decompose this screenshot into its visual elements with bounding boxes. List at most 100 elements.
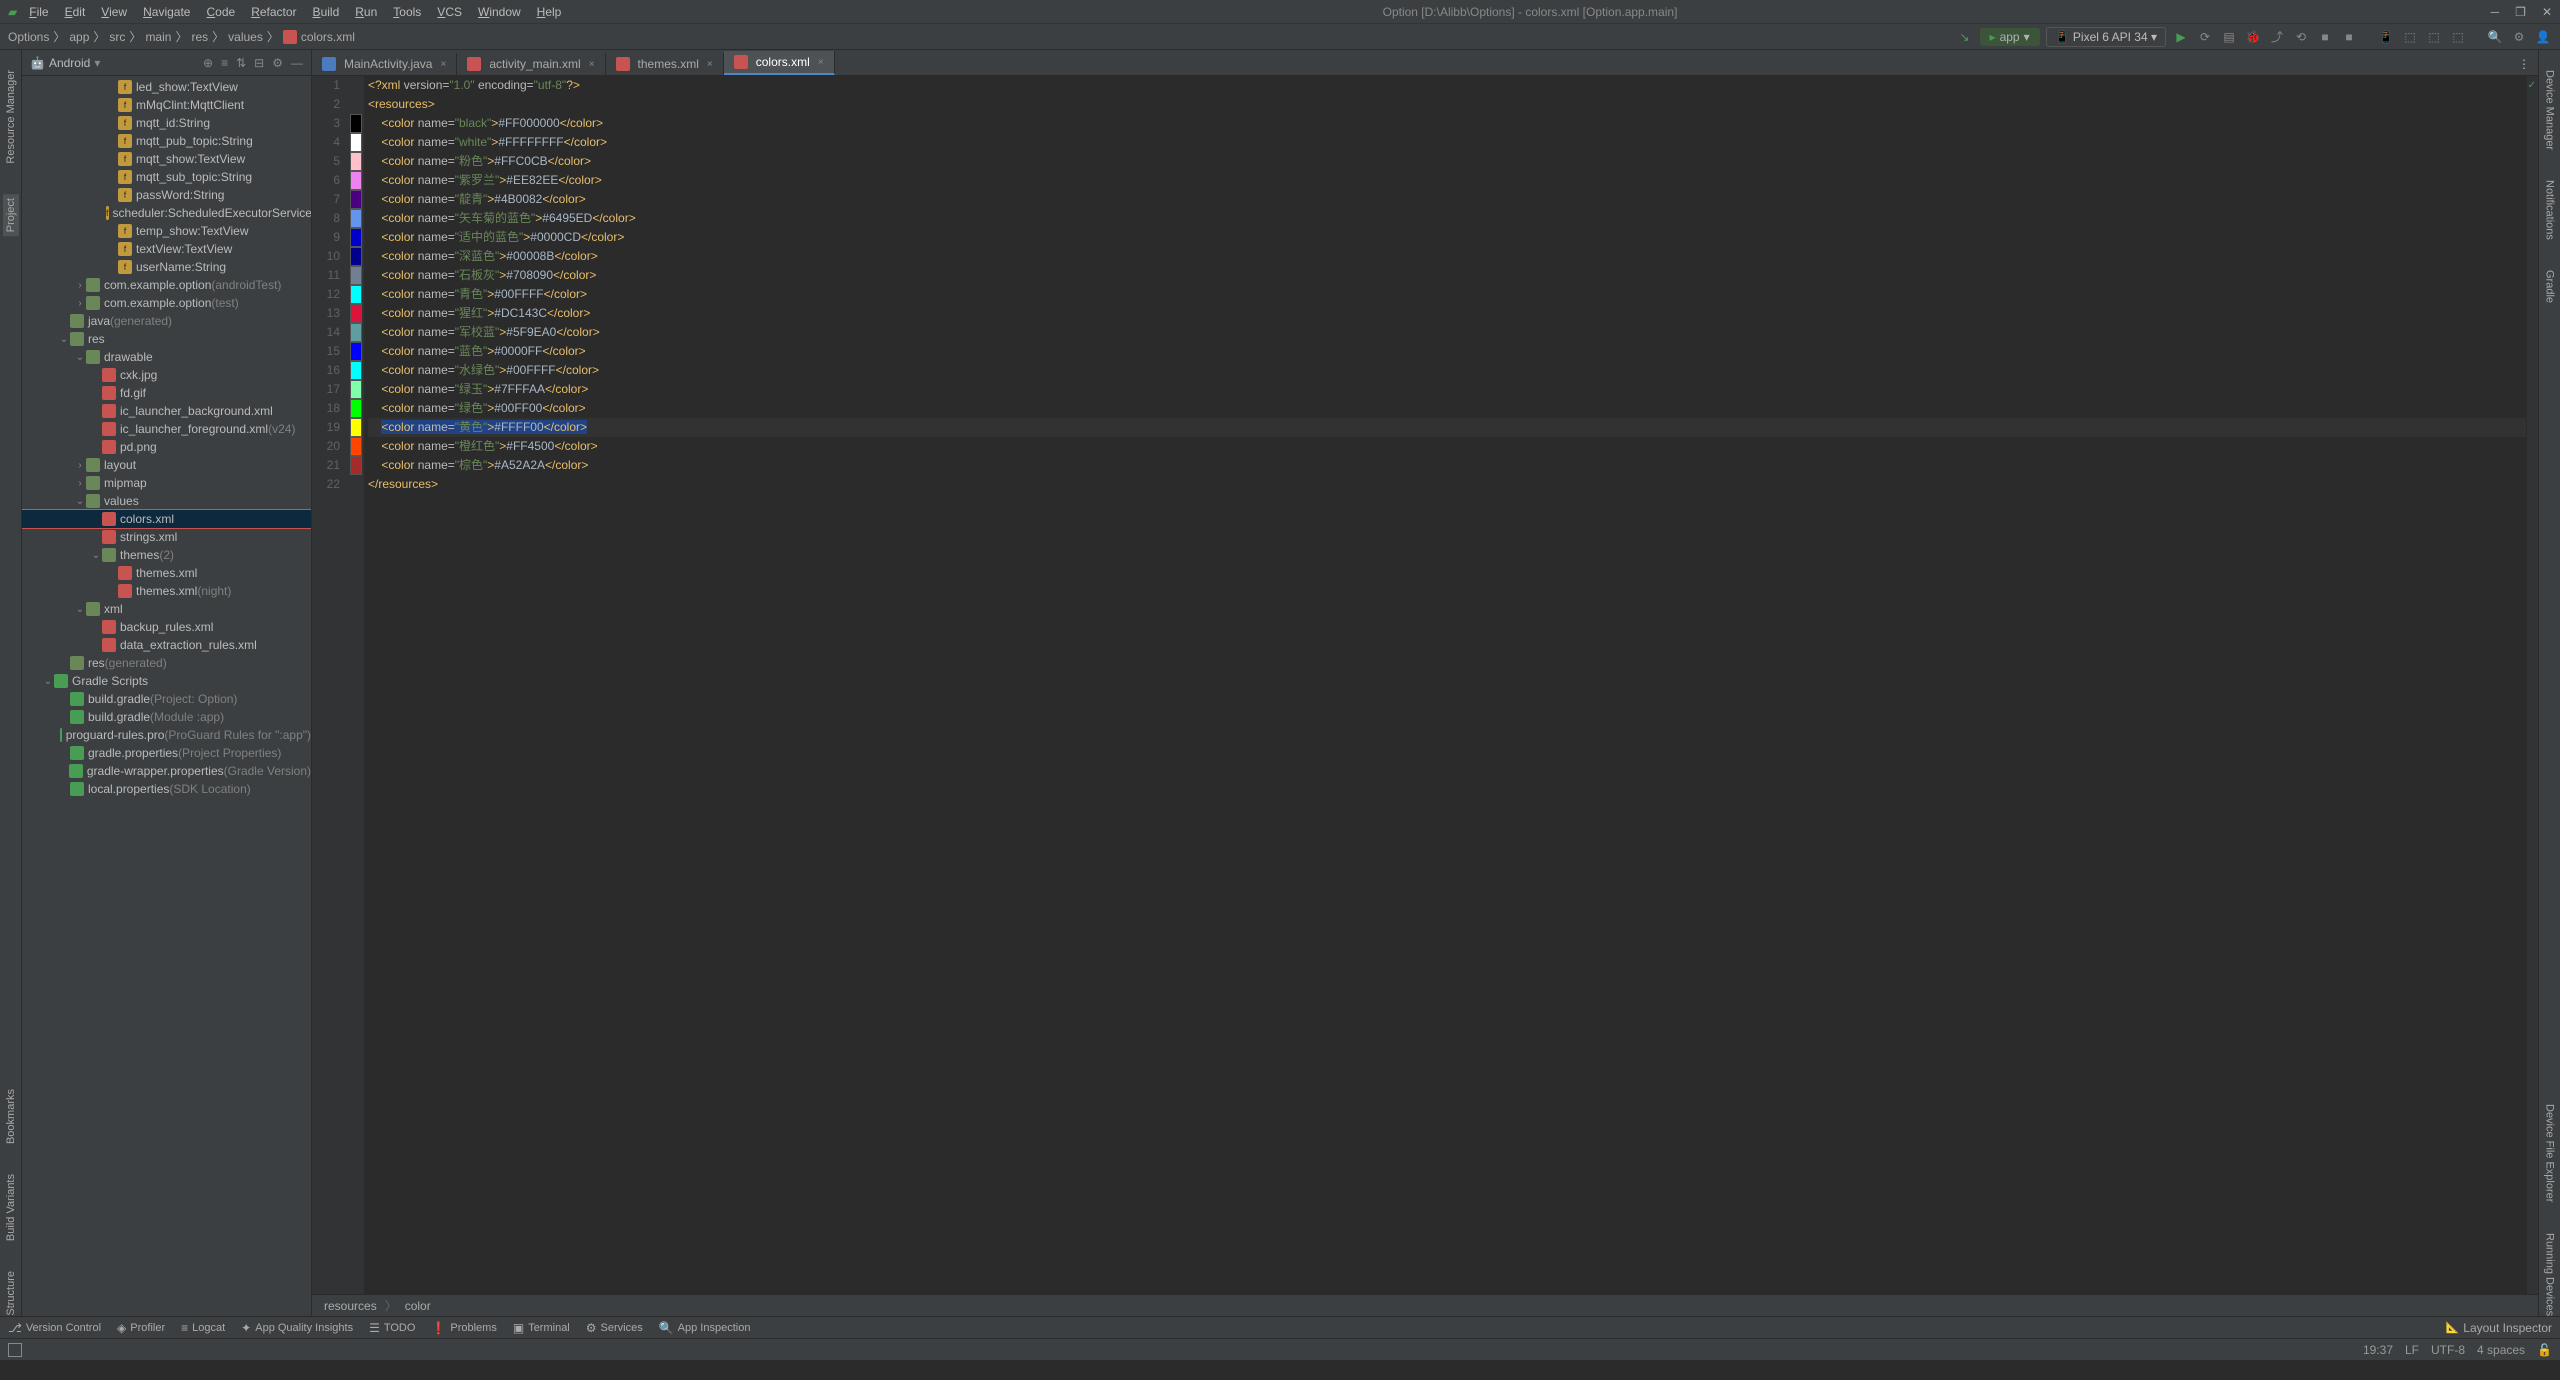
color-swatch[interactable] bbox=[350, 190, 362, 209]
color-swatch[interactable] bbox=[350, 228, 362, 247]
readonly-icon[interactable]: 🔓 bbox=[2537, 1343, 2552, 1357]
minimize-icon[interactable]: ─ bbox=[2491, 5, 2500, 19]
tree-item[interactable]: fmqtt_id:String bbox=[22, 114, 311, 132]
rail-structure[interactable]: Structure bbox=[5, 1271, 17, 1316]
rail-notifications[interactable]: Notifications bbox=[2544, 180, 2556, 240]
stop2-icon[interactable]: ■ bbox=[2340, 28, 2358, 46]
tree-item[interactable]: proguard-rules.pro (ProGuard Rules for "… bbox=[22, 726, 311, 744]
tree-item[interactable]: res (generated) bbox=[22, 654, 311, 672]
search-icon[interactable]: 🔍 bbox=[2486, 28, 2504, 46]
tree-item[interactable]: ›com.example.option (androidTest) bbox=[22, 276, 311, 294]
menu-window[interactable]: Window bbox=[470, 3, 529, 21]
tree-item[interactable]: fmqtt_sub_topic:String bbox=[22, 168, 311, 186]
breadcrumb-item[interactable]: values bbox=[228, 30, 263, 44]
menu-file[interactable]: File bbox=[21, 3, 56, 21]
tree-item[interactable]: ⌄xml bbox=[22, 600, 311, 618]
rail-bookmarks[interactable]: Bookmarks bbox=[5, 1089, 17, 1144]
tree-item[interactable]: cxk.jpg bbox=[22, 366, 311, 384]
tree-item[interactable]: ⌄res bbox=[22, 330, 311, 348]
color-swatch[interactable] bbox=[350, 247, 362, 266]
layout-inspector-button[interactable]: 📐 Layout Inspector bbox=[2446, 1321, 2552, 1335]
tree-item[interactable]: ›com.example.option (test) bbox=[22, 294, 311, 312]
more-icon[interactable]: ⟲ bbox=[2292, 28, 2310, 46]
menu-help[interactable]: Help bbox=[529, 3, 570, 21]
code-editor[interactable]: <?xml version="1.0" encoding="utf-8"?><r… bbox=[364, 76, 2526, 1294]
bottom-terminal[interactable]: ▣ Terminal bbox=[513, 1321, 570, 1335]
tab-close-icon[interactable]: × bbox=[707, 59, 713, 70]
sort-icon[interactable]: ≡ bbox=[221, 56, 228, 70]
menu-build[interactable]: Build bbox=[305, 3, 348, 21]
breadcrumb-item[interactable]: main bbox=[145, 30, 171, 44]
status-indicator-icon[interactable] bbox=[8, 1343, 22, 1357]
tree-item[interactable]: ›mipmap bbox=[22, 474, 311, 492]
rail-resource-manager[interactable]: Resource Manager bbox=[5, 70, 17, 164]
build-icon[interactable]: ↘ bbox=[1956, 28, 1974, 46]
color-swatch[interactable] bbox=[350, 323, 362, 342]
bottom-app-quality-insights[interactable]: ✦ App Quality Insights bbox=[241, 1321, 353, 1335]
target-icon[interactable]: ⊕ bbox=[203, 56, 213, 70]
sync-icon[interactable]: ⬚ bbox=[2425, 28, 2443, 46]
tree-item[interactable]: fmMqClint:MqttClient bbox=[22, 96, 311, 114]
bottom-problems[interactable]: ❗ Problems bbox=[431, 1321, 496, 1335]
menu-edit[interactable]: Edit bbox=[57, 3, 94, 21]
tree-item[interactable]: themes.xml bbox=[22, 564, 311, 582]
color-swatch[interactable] bbox=[350, 304, 362, 323]
bottom-services[interactable]: ⚙ Services bbox=[586, 1321, 643, 1335]
bottom-logcat[interactable]: ≡ Logcat bbox=[181, 1321, 225, 1335]
bottom-todo[interactable]: ☰ TODO bbox=[369, 1321, 415, 1335]
rail-project[interactable]: Project bbox=[3, 194, 19, 236]
bottom-app-inspection[interactable]: 🔍 App Inspection bbox=[659, 1321, 751, 1335]
tree-item[interactable]: fd.gif bbox=[22, 384, 311, 402]
tree-item[interactable]: ⌄themes (2) bbox=[22, 546, 311, 564]
user-icon[interactable]: 👤 bbox=[2534, 28, 2552, 46]
profile-icon[interactable]: 🐞 bbox=[2244, 28, 2262, 46]
tab-colors.xml[interactable]: colors.xml× bbox=[724, 51, 835, 75]
tree-item[interactable]: build.gradle (Project: Option) bbox=[22, 690, 311, 708]
menu-code[interactable]: Code bbox=[198, 3, 243, 21]
tree-item[interactable]: ic_launcher_foreground.xml (v24) bbox=[22, 420, 311, 438]
color-swatch[interactable] bbox=[350, 456, 362, 475]
tree-item[interactable]: build.gradle (Module :app) bbox=[22, 708, 311, 726]
avd-icon[interactable]: 📱 bbox=[2377, 28, 2395, 46]
color-swatch[interactable] bbox=[350, 171, 362, 190]
tab-close-icon[interactable]: × bbox=[440, 59, 446, 70]
stop-icon[interactable]: ■ bbox=[2316, 28, 2334, 46]
file-encoding[interactable]: UTF-8 bbox=[2431, 1343, 2465, 1357]
menu-view[interactable]: View bbox=[93, 3, 135, 21]
color-swatch[interactable] bbox=[350, 285, 362, 304]
breadcrumb[interactable]: Options〉app〉src〉main〉res〉values〉colors.x… bbox=[8, 28, 355, 45]
project-tree[interactable]: fled_show:TextViewfmMqClint:MqttClientfm… bbox=[22, 76, 311, 1316]
breadcrumb-item[interactable]: colors.xml bbox=[301, 30, 355, 44]
color-swatch[interactable] bbox=[350, 152, 362, 171]
run-config-selector[interactable]: ▸app▾ bbox=[1980, 28, 2040, 46]
breadcrumb-item[interactable]: Options bbox=[8, 30, 49, 44]
editor-minimap[interactable]: ✓ bbox=[2526, 76, 2538, 1294]
dropdown-icon[interactable]: ▾ bbox=[94, 56, 100, 70]
bottom-version-control[interactable]: ⎇ Version Control bbox=[8, 1321, 101, 1335]
line-separator[interactable]: LF bbox=[2405, 1343, 2419, 1357]
rail-device-manager[interactable]: Device Manager bbox=[2544, 70, 2556, 150]
rail-running-devices[interactable]: Running Devices bbox=[2544, 1233, 2556, 1316]
tree-item[interactable]: themes.xml (night) bbox=[22, 582, 311, 600]
tree-item[interactable]: ›layout bbox=[22, 456, 311, 474]
rail-device-explorer[interactable]: Device File Explorer bbox=[2544, 1104, 2556, 1202]
tabs-more-icon[interactable]: ⋮ bbox=[2510, 53, 2538, 75]
rail-build-variants[interactable]: Build Variants bbox=[5, 1174, 17, 1241]
breadcrumb-item[interactable]: app bbox=[69, 30, 89, 44]
breadcrumb-item[interactable]: res bbox=[191, 30, 208, 44]
tree-item[interactable]: fpassWord:String bbox=[22, 186, 311, 204]
tree-item[interactable]: ic_launcher_background.xml bbox=[22, 402, 311, 420]
settings-icon[interactable]: ⚙ bbox=[2510, 28, 2528, 46]
tree-item[interactable]: ⌄values bbox=[22, 492, 311, 510]
gear-icon[interactable]: ⚙ bbox=[272, 56, 283, 70]
attach-icon[interactable]: ⤴ bbox=[2268, 28, 2286, 46]
sdk-icon[interactable]: ⬚ bbox=[2401, 28, 2419, 46]
color-swatch[interactable] bbox=[350, 418, 362, 437]
tree-item[interactable]: local.properties (SDK Location) bbox=[22, 780, 311, 798]
tab-themes.xml[interactable]: themes.xml× bbox=[606, 53, 724, 75]
color-swatch[interactable] bbox=[350, 380, 362, 399]
color-swatch[interactable] bbox=[350, 437, 362, 456]
tree-item[interactable]: ftemp_show:TextView bbox=[22, 222, 311, 240]
tree-item[interactable]: fuserName:String bbox=[22, 258, 311, 276]
color-swatch[interactable] bbox=[350, 361, 362, 380]
